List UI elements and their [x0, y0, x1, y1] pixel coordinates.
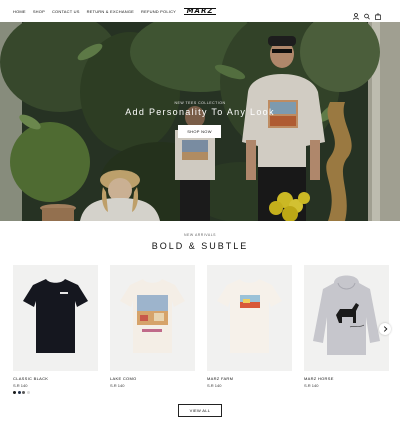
product-price: S.R 140	[207, 383, 222, 388]
product-image[interactable]	[304, 265, 389, 371]
main-nav: HOME SHOP CONTACT US RETURN & EXCHANGE R…	[13, 9, 176, 14]
hero-title: Add Personality To Any Look	[125, 107, 275, 117]
bag-icon[interactable]	[375, 7, 381, 20]
product-image[interactable]	[110, 265, 195, 371]
nav-refund-policy[interactable]: REFUND POLICY	[141, 9, 176, 14]
marz-horse-hoodie-image	[313, 275, 380, 355]
user-icon[interactable]	[353, 7, 359, 20]
section-subtitle: NEW ARRIVALS	[184, 233, 216, 237]
product-name[interactable]: LAKE COMO	[110, 376, 195, 381]
nav-return-exchange[interactable]: RETURN & EXCHANGE	[87, 9, 134, 14]
site-logo[interactable]: MARZ	[184, 6, 216, 16]
product-price: S.R 140	[13, 383, 28, 388]
swatch-grey[interactable]	[22, 391, 25, 394]
nav-shop[interactable]: SHOP	[33, 9, 45, 14]
product-image[interactable]	[207, 265, 292, 371]
product-image[interactable]	[13, 265, 98, 371]
product-card[interactable]: LAKE COMO S.R 140	[110, 265, 195, 388]
black-tshirt-image	[23, 279, 88, 353]
color-swatches	[13, 391, 98, 394]
product-name[interactable]: MARZ FARM	[207, 376, 292, 381]
carousel-next-button[interactable]	[379, 323, 391, 335]
product-name[interactable]: MARZ HORSE	[304, 376, 389, 381]
view-all-button[interactable]: VIEW ALL	[178, 404, 222, 417]
product-carousel: CLASSIC BLACK S.R 140 LAKE COMO S.R 140	[13, 265, 400, 395]
swatch-navy[interactable]	[17, 391, 21, 394]
product-card[interactable]: CLASSIC BLACK S.R 140	[13, 265, 98, 394]
search-icon[interactable]	[364, 7, 370, 20]
hero-image	[0, 22, 400, 221]
nav-contact-us[interactable]: CONTACT US	[52, 9, 80, 14]
shop-now-button[interactable]: SHOP NOW	[178, 125, 221, 138]
swatch-light[interactable]	[26, 391, 30, 394]
product-name[interactable]: CLASSIC BLACK	[13, 376, 98, 381]
header-icons	[353, 7, 381, 20]
swatch-black[interactable]	[13, 391, 16, 394]
hero-subtitle: NEW TEES COLLECTION	[174, 101, 226, 105]
product-card[interactable]: MARZ FARM S.R 140	[207, 265, 292, 388]
logo-line-top	[184, 8, 216, 9]
product-price: S.R 140	[110, 383, 125, 388]
lake-como-tshirt-image	[120, 279, 185, 353]
product-price: S.R 140	[304, 383, 319, 388]
chevron-right-icon	[383, 326, 387, 332]
nav-home[interactable]: HOME	[13, 9, 26, 14]
logo-line-bottom	[184, 14, 216, 15]
product-card[interactable]: MARZ HORSE S.R 140	[304, 265, 389, 388]
hero-banner: NEW TEES COLLECTION Add Personality To A…	[0, 22, 400, 221]
site-header: HOME SHOP CONTACT US RETURN & EXCHANGE R…	[0, 0, 400, 22]
section-title: BOLD & SUBTLE	[151, 241, 249, 251]
marz-farm-tshirt-image	[217, 279, 282, 353]
